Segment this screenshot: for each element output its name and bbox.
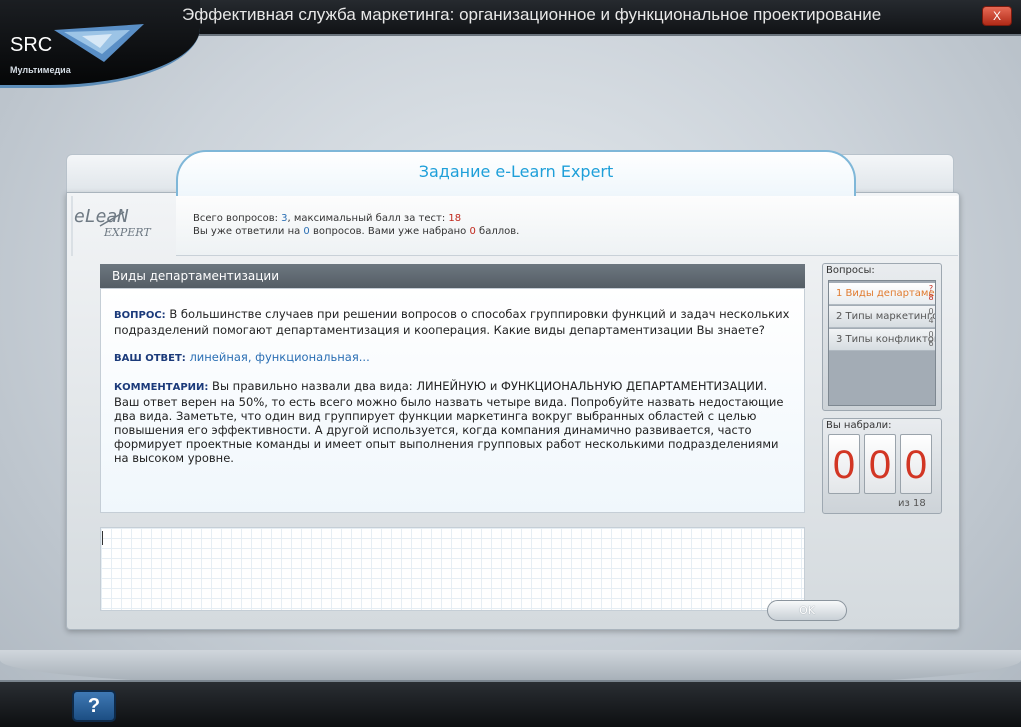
answer-input[interactable]	[100, 527, 805, 611]
info-total: Всего вопросов: 3, максимальный балл за …	[193, 213, 461, 224]
answer-text: линейная, функциональная...	[185, 350, 370, 364]
question-item-2[interactable]: 2 Типы маркетинговых структур	[829, 306, 935, 328]
text-caret	[102, 531, 103, 545]
question-item-3-score-top: 0	[928, 330, 934, 339]
question-item-2-score-bottom: 4	[928, 316, 934, 325]
bottom-bar	[0, 680, 1021, 727]
question-text: В большинстве случаев при решении вопрос…	[114, 307, 790, 337]
question-title: Виды департаментизации	[100, 264, 805, 288]
question-item-1-score: ? 8	[926, 284, 936, 302]
question-item-1[interactable]: 1 Виды департаментизации	[829, 283, 935, 305]
question-item-2-score: 04	[926, 307, 936, 325]
score-title: Вы набрали:	[826, 420, 892, 431]
question-label: ВОПРОС:	[114, 310, 166, 321]
info-max-label: , максимальный балл за тест:	[287, 213, 449, 224]
src-logo-icon	[52, 22, 147, 68]
question-item-3-score: 06	[926, 330, 936, 348]
ok-button[interactable]: OK	[767, 600, 847, 621]
comment-paragraph: КОММЕНТАРИИ: Вы правильно назвали два ви…	[114, 379, 792, 465]
info-answered-label: Вы уже ответили на	[193, 226, 304, 237]
question-item-2-score-top: 0	[928, 307, 934, 316]
window-title: Эффективная служба маркетинга: организац…	[182, 5, 882, 24]
elearn-expert-logo-icon: eLeaN EXPERT	[70, 196, 170, 256]
brand-subtitle: Мультимедиа	[10, 65, 71, 75]
question-paragraph: ВОПРОС: В большинстве случаев при решени…	[114, 307, 792, 337]
score-digit-3: 0	[900, 434, 932, 494]
header: SRC Мультимедиа Эффективная служба марке…	[0, 0, 1021, 88]
close-button[interactable]: X	[982, 6, 1012, 26]
info-total-label: Всего вопросов:	[193, 213, 282, 224]
max-score-value: 18	[448, 213, 462, 224]
info-points-label: баллов.	[475, 226, 520, 237]
svg-text:eLeaN: eLeaN	[74, 206, 128, 227]
answer-label: ВАШ ОТВЕТ:	[114, 353, 186, 364]
help-button[interactable]: ?	[72, 690, 116, 722]
panel-title: Задание e-Learn Expert	[418, 162, 614, 181]
question-item-3-score-bottom: 6	[928, 339, 934, 348]
score-max: из 18	[898, 498, 926, 509]
svg-text:EXPERT: EXPERT	[103, 226, 152, 239]
info-scored-label: вопросов. Вами уже набрано	[309, 226, 470, 237]
comment-label: КОММЕНТАРИИ:	[114, 382, 209, 393]
question-body: ВОПРОС: В большинстве случаев при решени…	[100, 288, 805, 513]
comment-text: Вы правильно назвали два вида: ЛИНЕЙНУЮ …	[114, 379, 784, 465]
header-divider	[180, 34, 1021, 36]
info-progress: Вы уже ответили на 0 вопросов. Вами уже …	[193, 226, 519, 237]
brand-name: SRC	[10, 34, 53, 56]
question-item-1-score-top: ?	[928, 284, 934, 293]
answer-paragraph: ВАШ ОТВЕТ: линейная, функциональная...	[114, 350, 792, 366]
score-digit-1: 0	[828, 434, 860, 494]
question-item-3[interactable]: 3 Типы конфликтов	[829, 329, 935, 351]
score-digit-2: 0	[864, 434, 896, 494]
questions-title: Вопросы:	[826, 265, 875, 276]
question-item-1-score-bottom: 8	[928, 293, 934, 302]
